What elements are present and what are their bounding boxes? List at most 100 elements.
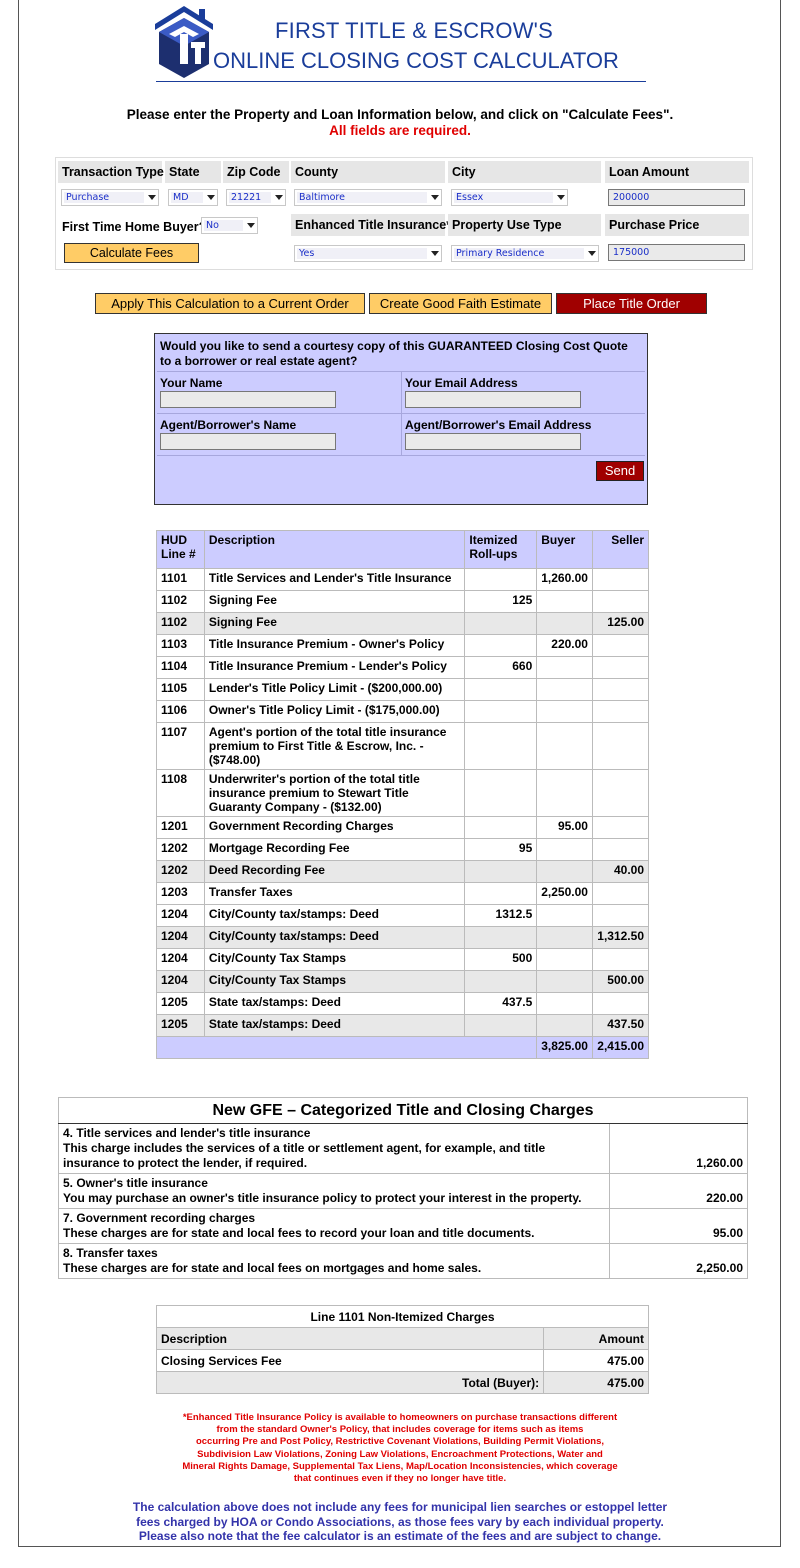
gfe-heading: 5. Owner's title insurance xyxy=(63,1176,208,1190)
your-name-input[interactable] xyxy=(160,391,336,408)
chevron-down-icon xyxy=(431,251,439,256)
agent-name-input[interactable] xyxy=(160,433,336,450)
table-row: 1204 City/County Tax Stamps 500 xyxy=(156,948,650,971)
hud-line-cell: 1102 xyxy=(156,612,205,635)
buyer-cell xyxy=(536,769,593,817)
buyer-cell: 1,260.00 xyxy=(536,568,593,591)
table-row: 1103 Title Insurance Premium - Owner's Po… xyxy=(156,634,650,657)
table-row: 1204 City/County tax/stamps: Deed 1,312.50 xyxy=(156,926,650,949)
buyer-cell xyxy=(536,612,593,635)
transaction-type-select[interactable]: Purchase xyxy=(61,189,159,206)
seller-cell xyxy=(591,769,650,817)
chevron-down-icon xyxy=(431,195,439,200)
logo-title-line1: FIRST TITLE & ESCROW'S xyxy=(275,18,553,43)
gfe-text: You may purchase an owner's title insura… xyxy=(63,1191,582,1205)
loan-amount-input[interactable]: 200000 xyxy=(608,189,745,206)
your-email-input[interactable] xyxy=(405,391,581,408)
buyer-cell xyxy=(536,590,593,613)
gfe-description: 8. Transfer taxes These charges are for s… xyxy=(58,1243,610,1279)
courtesy-question: Would you like to send a courtesy copy o… xyxy=(160,339,628,368)
send-button[interactable]: Send xyxy=(596,461,644,481)
description-cell: City/County tax/stamps: Deed xyxy=(203,904,466,927)
seller-cell xyxy=(591,678,650,701)
itemized-cell: 125 xyxy=(464,590,538,613)
hud-line-cell: 1105 xyxy=(156,678,205,701)
table-row: 1106 Owner's Title Policy Limit - ($175,0… xyxy=(156,700,650,723)
hud-line-cell: 1204 xyxy=(156,970,205,993)
county-select[interactable]: Baltimore xyxy=(294,189,442,206)
itemized-cell xyxy=(464,722,538,770)
table-row: 1202 Mortgage Recording Fee 95 xyxy=(156,838,650,861)
description-cell: State tax/stamps: Deed xyxy=(203,1014,466,1037)
buyer-cell xyxy=(536,860,593,883)
place-title-order-button[interactable]: Place Title Order xyxy=(556,293,707,314)
buyer-cell xyxy=(536,700,593,723)
table-row: 1205 State tax/stamps: Deed 437.50 xyxy=(156,1014,650,1037)
first-time-buyer-select[interactable]: No xyxy=(201,217,258,234)
footnote-line: that continues even if they no longer ha… xyxy=(293,1473,507,1485)
loan-amount-label: Loan Amount xyxy=(605,161,749,183)
agent-name-label: Agent/Borrower's Name xyxy=(160,418,297,432)
instruction-text: Please enter the Property and Loan Infor… xyxy=(126,107,674,122)
chevron-down-icon xyxy=(275,195,283,200)
description-cell: State tax/stamps: Deed xyxy=(203,992,466,1015)
table-row: 1102 Signing Fee 125.00 xyxy=(156,612,650,635)
hud-line-cell: 1202 xyxy=(156,838,205,861)
column-header: Buyer xyxy=(536,530,593,569)
seller-cell xyxy=(591,992,650,1015)
zip-code-value: 21221 xyxy=(231,192,262,203)
zip-code-select[interactable]: 21221 xyxy=(226,189,286,206)
description-cell: Lender's Title Policy Limit - ($200,000.… xyxy=(203,678,466,701)
column-header: HUD Line # xyxy=(156,530,205,569)
calculate-fees-button[interactable]: Calculate Fees xyxy=(64,243,199,263)
itemized-cell xyxy=(464,678,538,701)
fee-table: HUD Line # Description Itemized Roll-ups… xyxy=(155,530,650,1059)
create-gfe-button[interactable]: Create Good Faith Estimate xyxy=(369,293,552,314)
itemized-cell xyxy=(464,860,538,883)
buyer-cell: 95.00 xyxy=(536,816,593,839)
hud-line-cell: 1204 xyxy=(156,926,205,949)
seller-cell xyxy=(591,634,650,657)
hud-line-cell: 1205 xyxy=(156,992,205,1015)
hud-line-cell: 1103 xyxy=(156,634,205,657)
table-row: 1205 State tax/stamps: Deed 437.5 xyxy=(156,992,650,1015)
gfe-row: 8. Transfer taxes These charges are for s… xyxy=(58,1243,748,1279)
company-logo: FIRST TITLE & ESCROW'S ONLINE CLOSING CO… xyxy=(153,4,647,82)
table-row: 1201 Government Recording Charges 95.00 xyxy=(156,816,650,839)
itemized-cell: 660 xyxy=(464,656,538,679)
column-header: Itemized Roll-ups xyxy=(464,530,538,569)
itemized-cell xyxy=(464,634,538,657)
transaction-type-label: Transaction Type xyxy=(58,161,164,183)
chevron-down-icon xyxy=(148,195,156,200)
apply-to-order-button[interactable]: Apply This Calculation to a Current Orde… xyxy=(95,293,365,314)
total-label: Total (Buyer): xyxy=(155,1371,545,1394)
purchase-price-input[interactable]: 175000 xyxy=(608,244,745,261)
description-cell: City/County Tax Stamps xyxy=(203,948,466,971)
county-value: Baltimore xyxy=(299,192,345,203)
gfe-row: 4. Title services and lender's title ins… xyxy=(58,1123,748,1174)
agent-email-input[interactable] xyxy=(405,433,581,450)
gfe-heading: 4. Title services and lender's title ins… xyxy=(63,1126,311,1140)
state-select[interactable]: MD xyxy=(168,189,218,206)
gfe-title: New GFE – Categorized Title and Closing … xyxy=(58,1097,748,1124)
item-amount: 475.00 xyxy=(543,1349,649,1372)
buyer-cell xyxy=(536,722,593,770)
divider xyxy=(157,455,645,456)
city-select[interactable]: Essex xyxy=(451,189,568,206)
seller-cell xyxy=(591,656,650,679)
description-cell: City/County Tax Stamps xyxy=(203,970,466,993)
chevron-down-icon xyxy=(557,195,565,200)
description-cell: Underwriter's portion of the total title… xyxy=(203,769,466,817)
property-use-select[interactable]: Primary Residence xyxy=(451,245,599,262)
hud-line-cell: 1106 xyxy=(156,700,205,723)
gfe-text: This charge includes the services of a t… xyxy=(63,1141,546,1170)
buyer-cell xyxy=(536,948,593,971)
chevron-down-icon xyxy=(588,251,596,256)
buyer-cell xyxy=(536,838,593,861)
seller-cell xyxy=(591,948,650,971)
fee-disclaimer: The calculation above does not include a… xyxy=(0,1500,800,1544)
itemized-cell xyxy=(464,816,538,839)
enhanced-title-select[interactable]: Yes xyxy=(294,245,442,262)
seller-cell xyxy=(591,722,650,770)
footnote-line: Subdivision Law Violations, Zoning Law V… xyxy=(197,1448,603,1460)
